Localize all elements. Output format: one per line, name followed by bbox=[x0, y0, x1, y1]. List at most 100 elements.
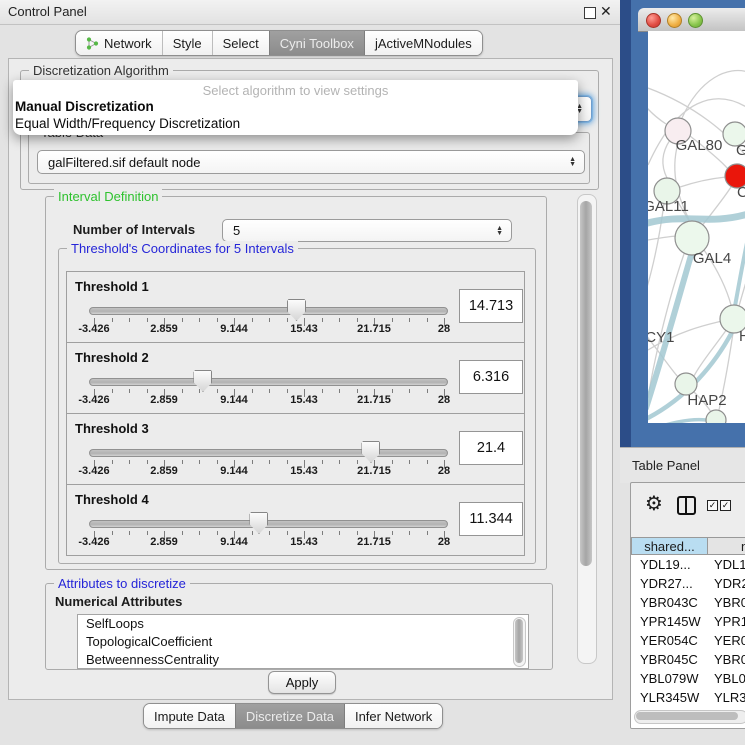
top-tab-bar: Network StyleSelectCyni ToolboxjActiveMNo… bbox=[75, 30, 483, 56]
algorithm-option-equal-width[interactable]: Equal Width/Frequency Discretization bbox=[15, 116, 240, 131]
bottom-tab-discretize-data[interactable]: Discretize Data bbox=[235, 704, 344, 728]
list-scrollbar-thumb[interactable] bbox=[515, 619, 523, 663]
list-item[interactable]: BetweennessCentrality bbox=[78, 651, 528, 669]
network-node[interactable] bbox=[706, 410, 726, 423]
list-item[interactable]: TopologicalCoefficient bbox=[78, 633, 528, 651]
table-data-combobox[interactable]: galFiltered.sif default node ▲▼ bbox=[37, 150, 585, 174]
bottom-tab-infer-network[interactable]: Infer Network bbox=[344, 704, 442, 728]
column-header-shared-name[interactable]: shared... bbox=[631, 537, 708, 555]
column-header-name[interactable]: na bbox=[707, 537, 745, 555]
checkbox-icon[interactable]: ✓ bbox=[720, 500, 731, 511]
slider-tick bbox=[322, 531, 323, 535]
slider-track[interactable] bbox=[89, 378, 448, 386]
table-cell-name[interactable]: YDR2 bbox=[708, 574, 745, 593]
tab-select[interactable]: Select bbox=[212, 31, 269, 55]
table-cell-name[interactable]: YDL1 bbox=[708, 555, 745, 574]
table-cell-shared-name[interactable]: YPR145W bbox=[631, 612, 708, 631]
table-cell-shared-name[interactable]: YLR345W bbox=[631, 688, 708, 707]
table-row[interactable]: YPR145W YPR1 bbox=[631, 612, 745, 631]
settings-scrollbar[interactable] bbox=[577, 194, 597, 664]
network-window-titlebar[interactable] bbox=[638, 8, 745, 32]
table-cell-shared-name[interactable]: YBR043C bbox=[631, 593, 708, 612]
table-horizontal-scrollbar-thumb[interactable] bbox=[636, 712, 738, 720]
tick-label: 21.715 bbox=[339, 465, 409, 477]
table-cell-name[interactable]: YER0 bbox=[708, 631, 745, 650]
table-cell-name[interactable]: YPR1 bbox=[708, 612, 745, 631]
tab-cyni-toolbox[interactable]: Cyni Toolbox bbox=[269, 31, 364, 55]
bottom-tab-impute-data[interactable]: Impute Data bbox=[144, 704, 235, 728]
table-horizontal-scrollbar[interactable] bbox=[634, 710, 745, 724]
numerical-attributes-list[interactable]: SelfLoopsTopologicalCoefficientBetweenne… bbox=[77, 614, 529, 669]
slider-tick bbox=[182, 460, 183, 464]
apply-button[interactable]: Apply bbox=[268, 671, 336, 694]
tick-label: -3.426 bbox=[59, 323, 129, 335]
slider-tick bbox=[217, 389, 218, 393]
list-item[interactable]: SelfLoops bbox=[78, 615, 528, 633]
close-traffic-light-icon[interactable] bbox=[646, 13, 661, 28]
slider-track[interactable] bbox=[89, 449, 448, 457]
gear-icon[interactable]: ⚙ bbox=[645, 491, 663, 516]
table-row[interactable]: YDR27... YDR2 bbox=[631, 574, 745, 593]
bottom-tab-label: Discretize Data bbox=[246, 709, 334, 724]
table-row[interactable]: YLR345W YLR3 bbox=[631, 688, 745, 707]
tick-label: 9.144 bbox=[199, 536, 269, 548]
slider-tick bbox=[199, 389, 200, 393]
settings-scrollbar-thumb[interactable] bbox=[580, 201, 592, 566]
node-label: C bbox=[737, 184, 745, 201]
network-icon bbox=[86, 37, 99, 50]
control-panel-title: Control Panel bbox=[8, 4, 87, 19]
tick-label: 2.859 bbox=[129, 323, 199, 335]
table-cell-shared-name[interactable]: YBR045C bbox=[631, 650, 708, 669]
threshold-value-field[interactable]: 6.316 bbox=[459, 360, 523, 394]
table-cell-name[interactable]: YBR0 bbox=[708, 593, 745, 612]
table-row[interactable]: YBR045C YBR0 bbox=[631, 650, 745, 669]
threshold-value-field[interactable]: 14.713 bbox=[459, 289, 523, 323]
threshold-value-field[interactable]: 21.4 bbox=[459, 431, 523, 465]
slider-tick bbox=[409, 389, 410, 393]
tick-label: 15.43 bbox=[269, 394, 339, 406]
threshold-value-field[interactable]: 11.344 bbox=[459, 502, 523, 536]
slider-tick bbox=[427, 318, 428, 322]
table-cell-shared-name[interactable]: YDR27... bbox=[631, 574, 708, 593]
tick-label: 28 bbox=[409, 536, 479, 548]
columns-icon[interactable] bbox=[677, 496, 696, 515]
slider-tick bbox=[199, 318, 200, 322]
table-cell-shared-name[interactable]: YDL19... bbox=[631, 555, 708, 574]
algorithm-option-manual[interactable]: Manual Discretization bbox=[15, 99, 154, 114]
tab-label: Network bbox=[104, 36, 152, 51]
slider-track[interactable] bbox=[89, 520, 448, 528]
table-cell-name[interactable]: YBL0 bbox=[708, 669, 745, 688]
slider-track[interactable] bbox=[89, 307, 448, 315]
node-label: G bbox=[736, 142, 745, 159]
slider-tick bbox=[252, 389, 253, 393]
tick-label: 15.43 bbox=[269, 465, 339, 477]
tab-jactivemnodules[interactable]: jActiveMNodules bbox=[364, 31, 482, 55]
slider-tick bbox=[129, 389, 130, 393]
bottom-tab-label: Impute Data bbox=[154, 709, 225, 724]
tab-network[interactable]: Network bbox=[76, 31, 162, 55]
slider-tick bbox=[129, 460, 130, 464]
table-row[interactable]: YDL19... YDL1 bbox=[631, 555, 745, 574]
table-cell-name[interactable]: YLR3 bbox=[708, 688, 745, 707]
stepper-arrows-icon: ▲▼ bbox=[496, 226, 503, 236]
close-icon[interactable]: ✕ bbox=[600, 3, 612, 20]
slider-tick bbox=[269, 318, 270, 322]
table-cell-shared-name[interactable]: YER054C bbox=[631, 631, 708, 650]
list-scrollbar[interactable] bbox=[513, 617, 526, 667]
table-row[interactable]: YER054C YER0 bbox=[631, 631, 745, 650]
table-cell-shared-name[interactable]: YBL079W bbox=[631, 669, 708, 688]
table-cell-name[interactable]: YBR0 bbox=[708, 650, 745, 669]
slider-tick bbox=[287, 389, 288, 393]
checkbox-icon[interactable]: ✓ bbox=[707, 500, 718, 511]
zoom-traffic-light-icon[interactable] bbox=[688, 13, 703, 28]
slider-tick-labels: -3.4262.8599.14415.4321.71528 bbox=[89, 323, 446, 337]
number-of-intervals-combobox[interactable]: 5 ▲▼ bbox=[222, 219, 512, 242]
slider-tick bbox=[129, 318, 130, 322]
minimize-traffic-light-icon[interactable] bbox=[667, 13, 682, 28]
network-canvas[interactable]: GAL80GCGAL11GAL4GCY1HHAP2 bbox=[648, 31, 745, 423]
table-row[interactable]: YBL079W YBL0 bbox=[631, 669, 745, 688]
table-row[interactable]: YBR043C YBR0 bbox=[631, 593, 745, 612]
tab-style[interactable]: Style bbox=[162, 31, 212, 55]
float-window-icon[interactable] bbox=[584, 7, 596, 19]
slider-tick bbox=[252, 318, 253, 322]
